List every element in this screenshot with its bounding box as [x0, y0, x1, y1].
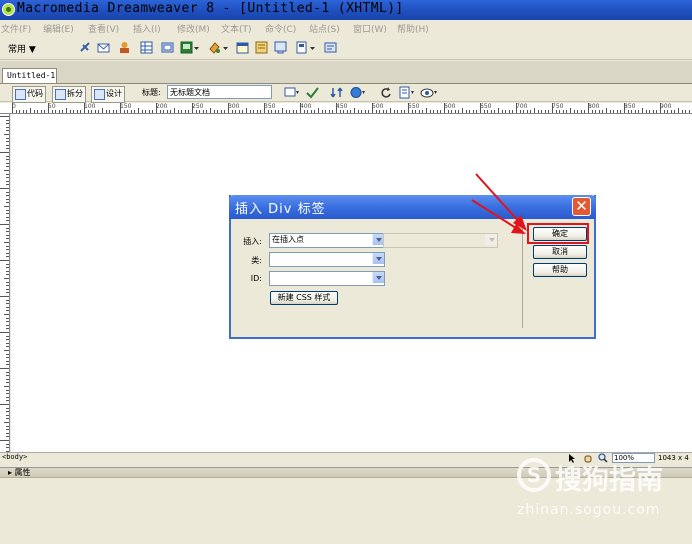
watermark-url: zhinan.sogou.com	[517, 502, 661, 518]
watermark-brand: 搜狗指南	[555, 465, 663, 496]
sogou-logo-icon: S	[517, 458, 551, 492]
